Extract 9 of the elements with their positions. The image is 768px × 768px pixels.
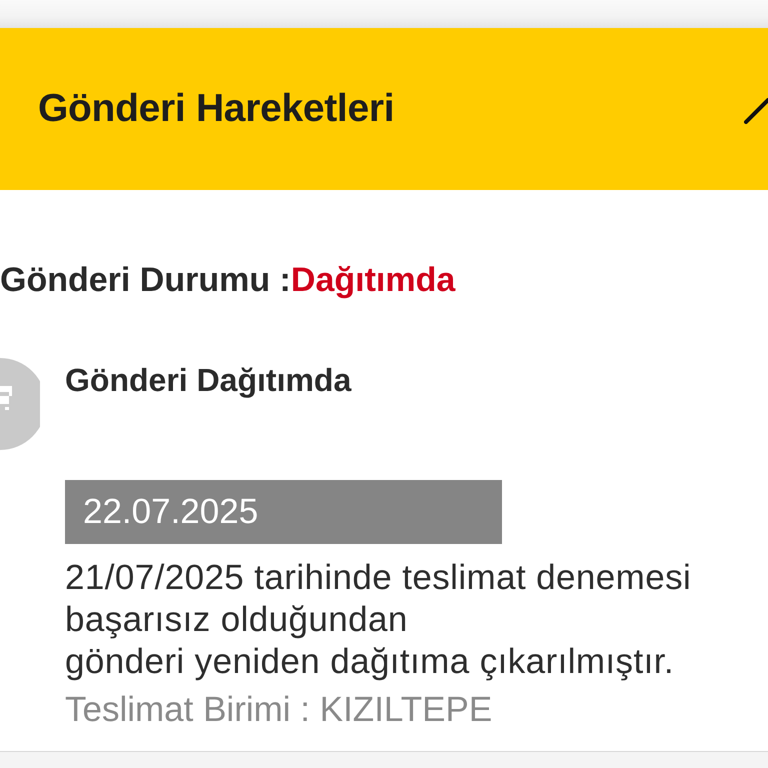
page-title: Gönderi Hareketleri	[38, 86, 394, 132]
event-description: 21/07/2025 tarihinde teslimat denemesi başarısız olduğundan gönderi yeniden dağıtıma çıkarılmıştır.	[65, 557, 692, 683]
close-icon[interactable]	[744, 98, 768, 124]
status-value: Dağıtımda	[290, 261, 456, 299]
delivery-unit: Teslimat Birimi : KIZILTEPE	[65, 692, 494, 728]
event-title: Gönderi Dağıtımda	[65, 364, 352, 396]
date-header: 22.07.2025	[65, 480, 502, 544]
status-label: Gönderi Durumu :	[0, 261, 291, 299]
truck-icon	[0, 358, 40, 450]
